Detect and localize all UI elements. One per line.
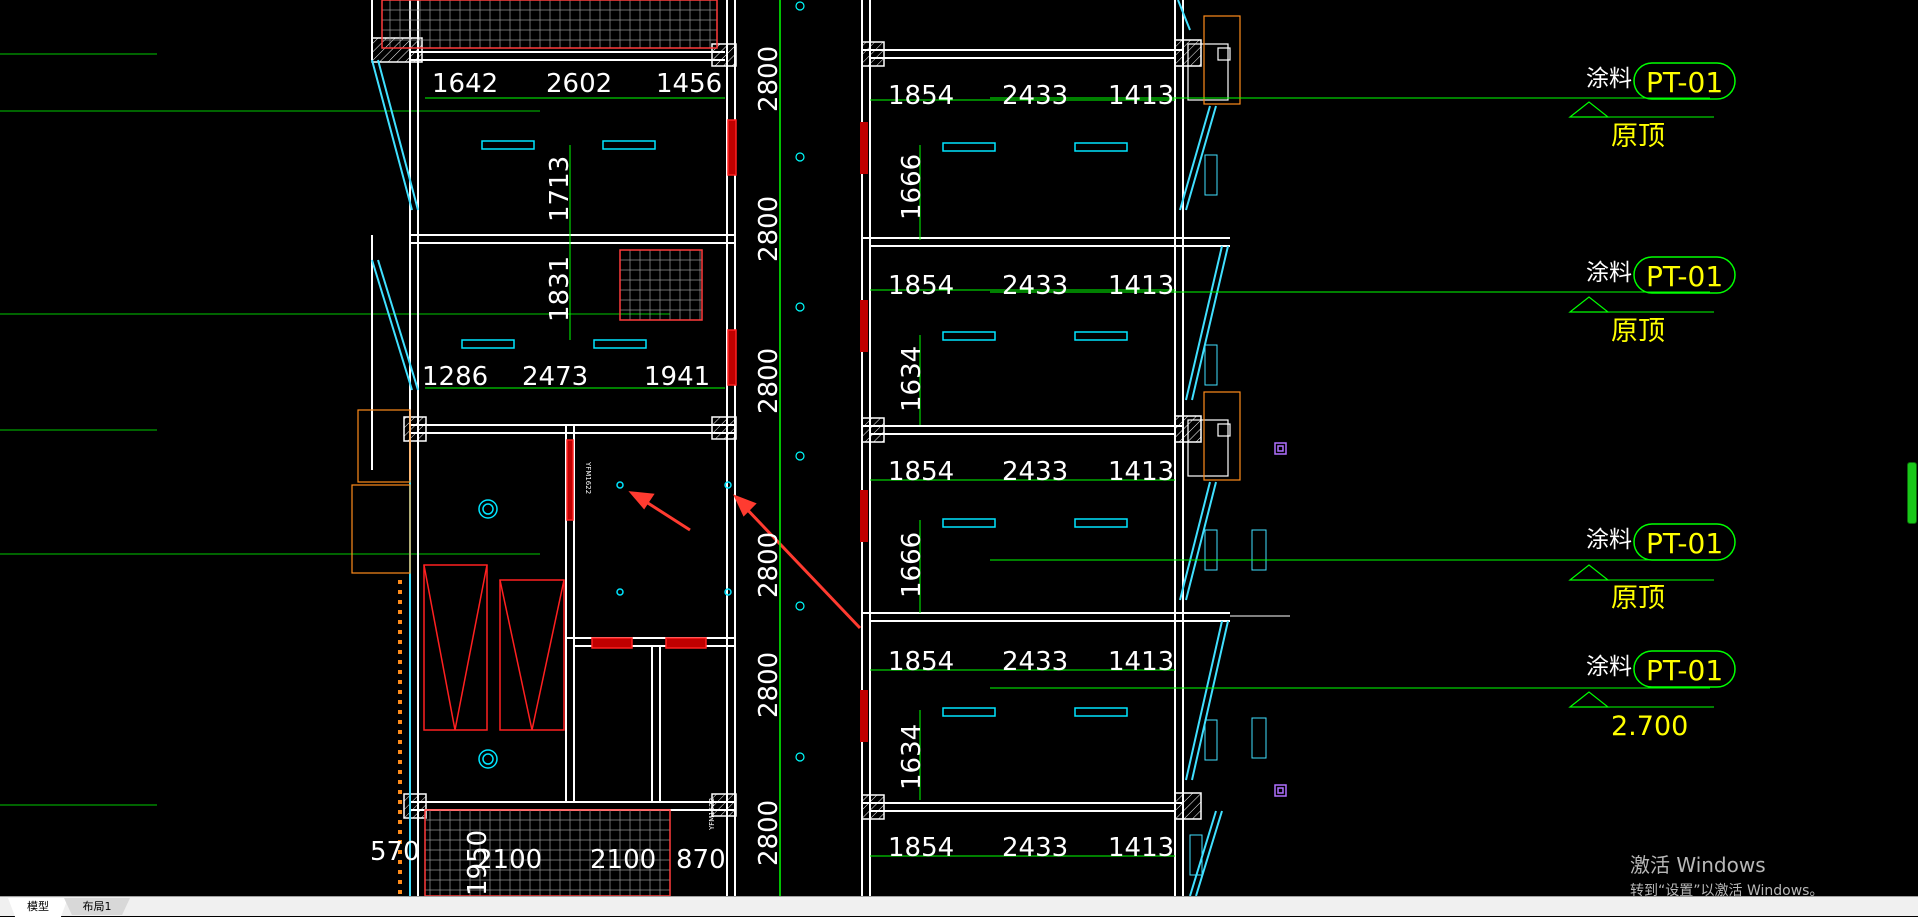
dim-label: 1286 [422, 362, 488, 392]
material-label: 涂料 [1586, 66, 1632, 92]
dim-label: 1413 [1108, 457, 1174, 487]
dim-label: 1456 [656, 69, 722, 99]
material-code: PT-01 [1646, 260, 1723, 293]
dim-label: 1634 [897, 346, 927, 412]
dim-label: 1413 [1108, 647, 1174, 677]
drawing-canvas[interactable]: 1642 2602 1456 1286 2473 1941 570 2100 2… [0, 0, 1918, 896]
activation-title: 激活 Windows [1630, 853, 1766, 877]
material-label: 涂料 [1586, 527, 1632, 553]
left-curtain-glass [371, 59, 419, 896]
corridor-axis [779, 0, 805, 896]
ceiling-level: 原顶 [1611, 316, 1665, 347]
annotation-4: 涂料 PT-01 2.700 [1568, 650, 1736, 742]
dim-label: 1941 [644, 362, 710, 392]
left-building-walls [371, 0, 736, 896]
material-code: PT-01 [1646, 654, 1723, 687]
dim-label: 1642 [432, 69, 498, 99]
left-orange-frames [351, 409, 411, 896]
dim-label: 2100 [590, 845, 656, 875]
dim-label: 1854 [888, 271, 954, 301]
dim-label: 2433 [1002, 271, 1068, 301]
ceiling-level: 2.700 [1611, 711, 1688, 742]
axis-label: 2800 [754, 348, 784, 414]
axis-label: 2800 [754, 532, 784, 598]
dim-label: 1666 [897, 154, 927, 220]
left-dimension-labels: 1642 2602 1456 1286 2473 1941 570 2100 2… [370, 69, 726, 896]
dim-label: 1413 [1108, 833, 1174, 863]
layout-tab-bar: 模型 布局1 [0, 896, 1918, 917]
right-fixtures [942, 142, 1128, 717]
material-label: 涂料 [1586, 260, 1632, 286]
dim-label: 1854 [888, 457, 954, 487]
dim-label: 1950 [463, 830, 493, 896]
ceiling-level: 原顶 [1611, 583, 1665, 614]
dim-label: 1854 [888, 81, 954, 111]
tab-layout1[interactable]: 布局1 [64, 898, 130, 915]
dim-label: 2433 [1002, 833, 1068, 863]
dim-label: 1854 [888, 647, 954, 677]
dim-label: 2433 [1002, 457, 1068, 487]
annotation-3: 涂料 PT-01 原顶 [1568, 523, 1736, 614]
dim-label: 2473 [522, 362, 588, 392]
door-label: YFM1622 [584, 461, 592, 494]
dim-label: 1666 [897, 532, 927, 598]
ceiling-level: 原顶 [1611, 121, 1665, 152]
dim-label: 570 [370, 837, 420, 867]
dim-label: 1713 [545, 156, 575, 222]
dim-label: 1634 [897, 724, 927, 790]
dim-label: 870 [676, 845, 726, 875]
dim-label: 2433 [1002, 81, 1068, 111]
vertical-scroll-thumb[interactable] [1907, 462, 1917, 524]
material-label: 涂料 [1586, 654, 1632, 680]
purple-markers [1274, 442, 1287, 797]
tab-model[interactable]: 模型 [8, 898, 68, 917]
axis-label: 2800 [754, 46, 784, 112]
red-arrow-annotations [628, 491, 862, 630]
cad-model-viewport[interactable]: 1642 2602 1456 1286 2473 1941 570 2100 2… [0, 0, 1918, 899]
dim-label: 1831 [545, 256, 575, 322]
axis-label: 2800 [754, 196, 784, 262]
dim-label: 2602 [546, 69, 612, 99]
left-columns [371, 37, 737, 819]
dim-label: 1854 [888, 833, 954, 863]
annotation-1: 涂料 PT-01 原顶 [1568, 62, 1736, 152]
door-label: YFM1622 [708, 798, 716, 831]
dim-label: 1413 [1108, 271, 1174, 301]
dim-label: 2433 [1002, 647, 1068, 677]
left-tile-areas [381, 0, 718, 896]
right-dimension-labels: 1854 2433 1413 1854 2433 1413 1854 2433 … [888, 81, 1174, 863]
annotation-2: 涂料 PT-01 原顶 [1568, 256, 1736, 347]
right-curtain-glass [1177, 0, 1229, 896]
material-code: PT-01 [1646, 527, 1723, 560]
material-code: PT-01 [1646, 66, 1723, 99]
right-dimension-lines [870, 97, 1710, 857]
windows-activation-watermark: 激活 Windows 转到“设置”以激活 Windows。 [1630, 849, 1823, 900]
dim-label: 1413 [1108, 81, 1174, 111]
axis-label: 2800 [754, 652, 784, 718]
axis-label: 2800 [754, 800, 784, 866]
